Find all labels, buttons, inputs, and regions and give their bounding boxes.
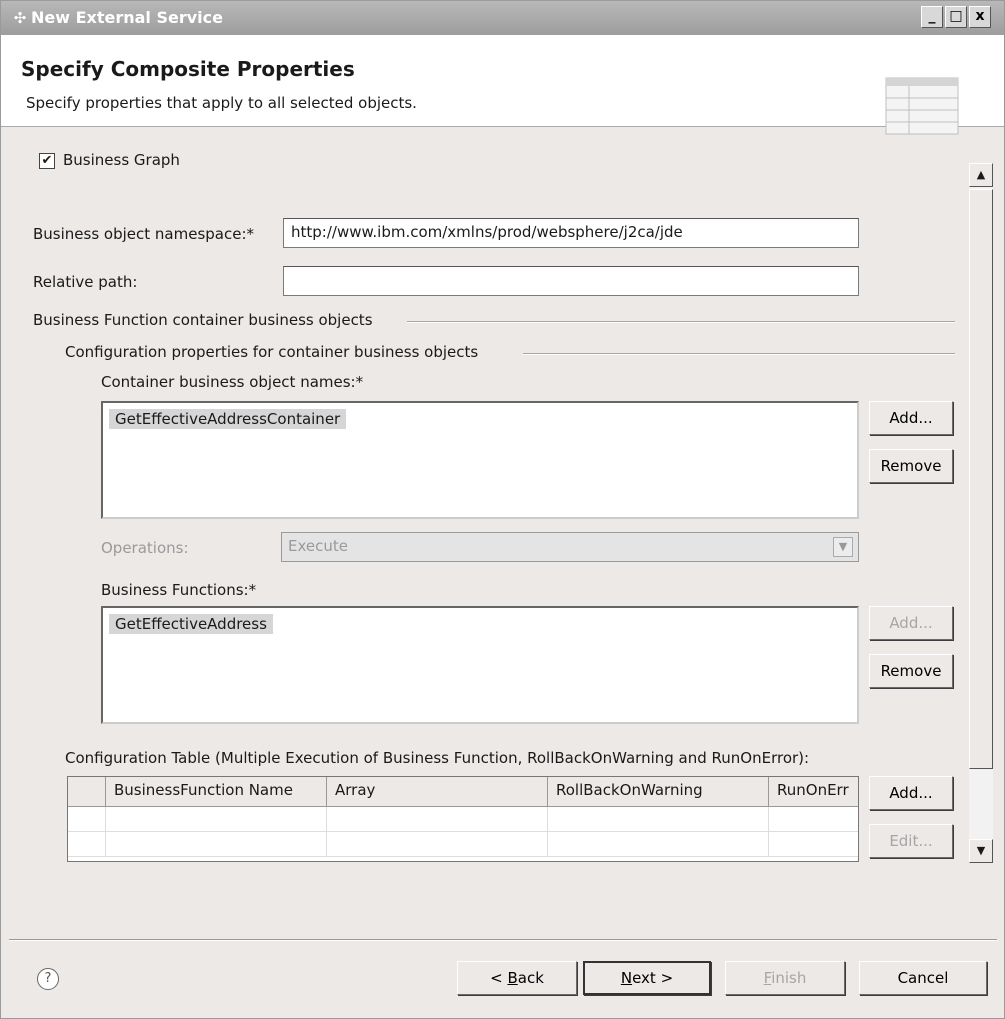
wizard-content: ✔ Business Graph Business object namespa…	[1, 129, 1004, 889]
minimize-button[interactable]: _	[921, 6, 943, 28]
column-header-bf-name[interactable]: BusinessFunction Name	[106, 777, 327, 807]
config-table[interactable]: BusinessFunction Name Array RollBackOnWa…	[67, 776, 859, 862]
table-row[interactable]	[68, 807, 858, 832]
column-header-select[interactable]	[68, 777, 106, 807]
column-header-rollback[interactable]: RollBackOnWarning	[548, 777, 769, 807]
bf-remove-button[interactable]: Remove	[869, 654, 953, 688]
column-header-runonerror[interactable]: RunOnErr	[769, 777, 858, 807]
table-header: BusinessFunction Name Array RollBackOnWa…	[68, 777, 858, 807]
column-header-array[interactable]: Array	[327, 777, 548, 807]
table-wizard-icon	[885, 77, 959, 135]
vertical-scrollbar[interactable]: ▲ ▼	[969, 163, 993, 863]
operations-select[interactable]: Execute ▼	[281, 532, 859, 562]
list-item[interactable]: GetEffectiveAddressContainer	[109, 409, 347, 429]
wizard-header: Specify Composite Properties Specify pro…	[1, 35, 1004, 135]
business-graph-label: Business Graph	[63, 151, 180, 169]
maximize-button[interactable]: □	[945, 6, 967, 28]
scroll-thumb[interactable]	[969, 189, 993, 769]
table-edit-button[interactable]: Edit...	[869, 824, 953, 858]
bf-container-group-label: Business Function container business obj…	[33, 311, 373, 329]
relative-path-input[interactable]	[283, 266, 859, 296]
container-names-list[interactable]: GetEffectiveAddressContainer	[101, 401, 859, 519]
container-remove-button[interactable]: Remove	[869, 449, 953, 483]
footer-divider	[9, 939, 997, 941]
list-item[interactable]: GetEffectiveAddress	[109, 614, 273, 634]
group-divider	[523, 353, 955, 355]
config-props-group-label: Configuration properties for container b…	[65, 343, 479, 361]
table-add-button[interactable]: Add...	[869, 776, 953, 810]
business-functions-list[interactable]: GetEffectiveAddress	[101, 606, 859, 724]
container-names-label: Container business object names:*	[101, 373, 364, 391]
next-button[interactable]: Next >	[583, 961, 711, 995]
page-title: Specify Composite Properties	[21, 57, 355, 81]
cancel-button[interactable]: Cancel	[859, 961, 987, 995]
operations-label: Operations:	[101, 539, 189, 557]
relative-path-label: Relative path:	[33, 273, 138, 291]
group-divider	[407, 321, 955, 323]
container-add-button[interactable]: Add...	[869, 401, 953, 435]
finish-button[interactable]: Finish	[725, 961, 845, 995]
table-row[interactable]	[68, 832, 858, 857]
scroll-up-icon[interactable]: ▲	[969, 163, 993, 187]
namespace-input[interactable]: http://www.ibm.com/xmlns/prod/websphere/…	[283, 218, 859, 248]
bf-add-button[interactable]: Add...	[869, 606, 953, 640]
scroll-down-icon[interactable]: ▼	[969, 839, 993, 863]
page-description: Specify properties that apply to all sel…	[26, 94, 417, 112]
back-button[interactable]: < Back	[457, 961, 577, 995]
config-table-label: Configuration Table (Multiple Execution …	[65, 749, 810, 767]
wizard-window: ✣ New External Service _ □ x Specify Com…	[0, 0, 1005, 1019]
operations-value: Execute	[288, 537, 348, 555]
help-icon[interactable]: ?	[37, 968, 59, 990]
window-title: New External Service	[31, 8, 223, 27]
close-button[interactable]: x	[969, 6, 991, 28]
namespace-label: Business object namespace:*	[33, 225, 255, 243]
business-graph-checkbox[interactable]: ✔	[39, 153, 55, 169]
title-bar: ✣ New External Service _ □ x	[1, 1, 1004, 35]
chevron-down-icon[interactable]: ▼	[833, 537, 853, 557]
business-functions-label: Business Functions:*	[101, 581, 257, 599]
wizard-app-icon: ✣	[13, 9, 27, 27]
